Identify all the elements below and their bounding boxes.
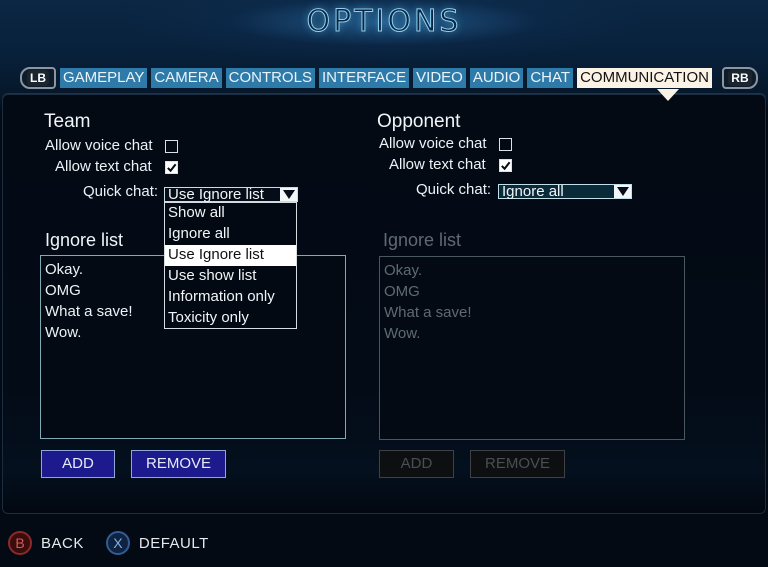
dropdown-option-ignore-all[interactable]: Ignore all: [165, 224, 296, 245]
lb-bumper-button[interactable]: LB: [20, 67, 56, 89]
opponent-quick-chat-label: Quick chat:: [416, 181, 492, 198]
active-tab-pointer: [657, 89, 679, 101]
team-voice-chat-label: Allow voice chat: [45, 137, 153, 154]
opponent-add-button: ADD: [379, 450, 454, 478]
rb-bumper-button[interactable]: RB: [721, 67, 758, 89]
list-item: Okay.: [384, 262, 423, 279]
opponent-ignore-listbox: Okay. OMG What a save! Wow.: [379, 256, 685, 440]
team-text-chat-checkbox[interactable]: [165, 161, 178, 174]
tab-interface[interactable]: INTERFACE: [318, 68, 410, 88]
lb-label: LB: [27, 70, 49, 86]
opponent-voice-chat-label: Allow voice chat: [379, 135, 487, 152]
team-section-title: Team: [44, 111, 91, 132]
checkmark-icon: [167, 163, 177, 173]
back-button[interactable]: BACK: [41, 535, 84, 552]
x-button-icon[interactable]: X: [105, 531, 130, 555]
team-text-chat-label: Allow text chat: [55, 158, 152, 175]
opponent-quick-chat-select[interactable]: Ignore all: [498, 184, 632, 199]
checkmark-icon: [501, 161, 511, 171]
chevron-down-icon[interactable]: [280, 188, 297, 201]
dropdown-option-use-ignore-list[interactable]: Use Ignore list: [165, 245, 296, 266]
dropdown-option-use-show-list[interactable]: Use show list: [165, 266, 296, 287]
rb-label: RB: [728, 70, 752, 86]
team-quick-chat-select[interactable]: Use Ignore list: [164, 187, 298, 202]
list-item: OMG: [384, 283, 420, 300]
opponent-quick-chat-value: Ignore all: [502, 183, 564, 200]
tab-gameplay[interactable]: GAMEPLAY: [60, 68, 148, 88]
tab-chat[interactable]: CHAT: [527, 68, 574, 88]
tab-audio[interactable]: AUDIO: [469, 68, 524, 88]
dropdown-option-show-all[interactable]: Show all: [165, 203, 296, 224]
tab-communication[interactable]: COMMUNICATION: [577, 68, 712, 88]
team-ignore-list-title: Ignore list: [45, 230, 124, 250]
team-quick-chat-label: Quick chat:: [83, 183, 159, 200]
default-button[interactable]: DEFAULT: [139, 535, 209, 552]
chevron-down-icon[interactable]: [614, 185, 631, 198]
opponent-voice-chat-checkbox[interactable]: [499, 138, 512, 151]
dropdown-option-toxicity-only[interactable]: Toxicity only: [165, 308, 296, 329]
b-button-icon[interactable]: B: [8, 531, 32, 555]
opponent-text-chat-label: Allow text chat: [389, 156, 486, 173]
page-title: OPTIONS: [306, 4, 462, 40]
list-item: Wow.: [384, 325, 421, 342]
opponent-remove-button: REMOVE: [470, 450, 565, 478]
tab-video[interactable]: VIDEO: [413, 68, 466, 88]
opponent-text-chat-checkbox[interactable]: [499, 159, 512, 172]
team-remove-button[interactable]: REMOVE: [131, 450, 226, 478]
team-quick-chat-value: Use Ignore list: [168, 186, 264, 203]
opponent-section-title: Opponent: [377, 111, 461, 132]
tab-camera[interactable]: CAMERA: [151, 68, 222, 88]
list-item: What a save!: [384, 304, 472, 321]
team-quick-chat-dropdown: Show all Ignore all Use Ignore list Use …: [164, 202, 297, 329]
tab-bar: LB GAMEPLAY CAMERA CONTROLS INTERFACE VI…: [20, 67, 758, 89]
team-voice-chat-checkbox[interactable]: [165, 140, 178, 153]
footer-hints: B BACK X DEFAULT: [8, 531, 209, 555]
tab-controls[interactable]: CONTROLS: [225, 68, 315, 88]
team-add-button[interactable]: ADD: [41, 450, 115, 478]
opponent-ignore-list-title: Ignore list: [383, 230, 462, 250]
dropdown-option-information-only[interactable]: Information only: [165, 287, 296, 308]
